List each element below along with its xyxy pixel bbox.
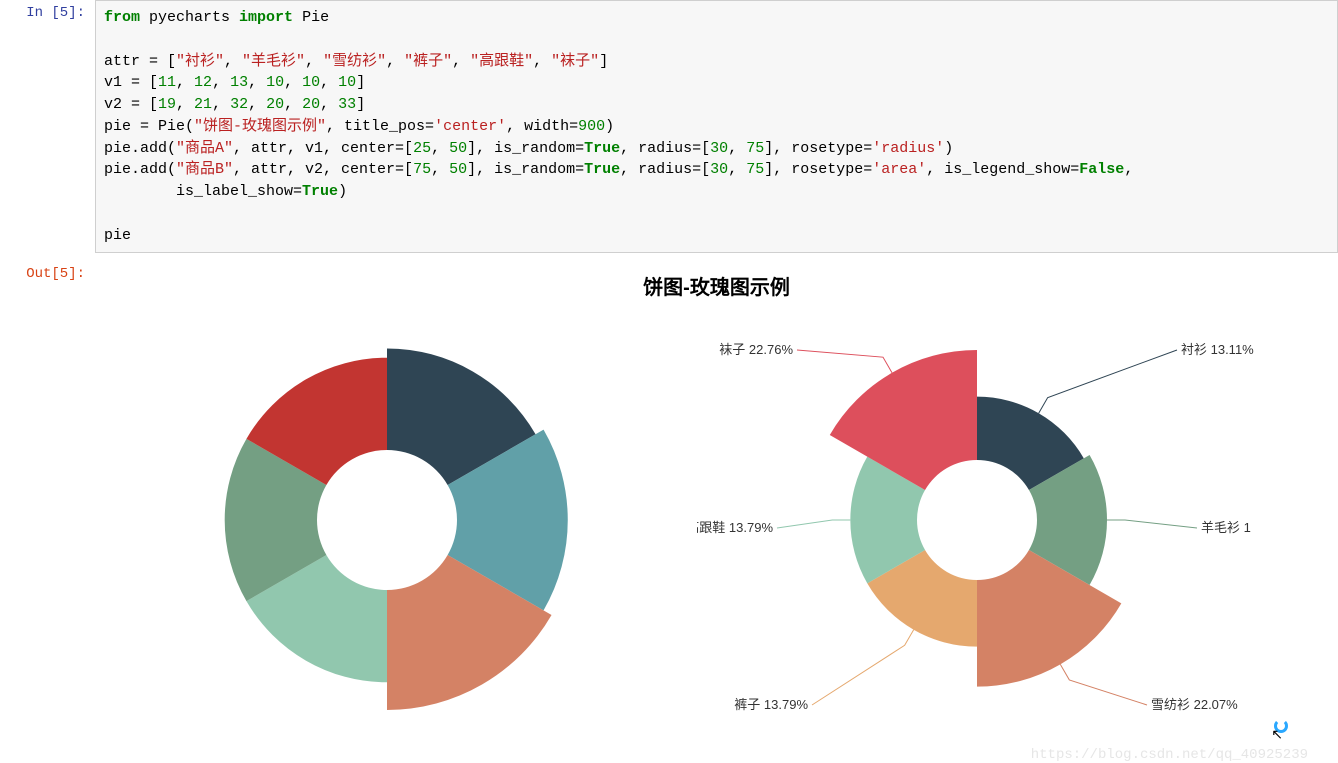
label-leader <box>1107 520 1197 528</box>
output-area: 饼图-玫瑰图示例 衬衫 13.11% 羊毛衫 1 雪纺衫 22.07% 裤子 13.7… <box>95 261 1338 763</box>
chart-title: 饼图-玫瑰图示例 <box>95 271 1338 300</box>
charts-container: 衬衫 13.11% 羊毛衫 1 雪纺衫 22.07% 裤子 13.79% 高跟鞋 13.… <box>95 310 1338 733</box>
slice-label: 袜子 22.76% <box>719 342 793 357</box>
pie-slice[interactable] <box>977 550 1121 687</box>
label-leader <box>1038 350 1176 413</box>
pie-slice[interactable] <box>829 350 976 490</box>
label-leader <box>812 630 914 705</box>
slice-label: 羊毛衫 1 <box>1201 520 1251 535</box>
slice-label: 裤子 13.79% <box>734 697 808 712</box>
slice-label: 衬衫 13.11% <box>1181 342 1254 357</box>
watermark-text: https://blog.csdn.net/qq_40925239 <box>1031 747 1308 763</box>
label-leader <box>777 520 850 528</box>
chart-right[interactable]: 衬衫 13.11% 羊毛衫 1 雪纺衫 22.07% 裤子 13.79% 高跟鞋 13.… <box>697 310 1257 733</box>
chart-left[interactable] <box>177 310 597 733</box>
input-cell: In [5]: from pyecharts import Pie attr =… <box>0 0 1338 253</box>
slice-label: 雪纺衫 22.07% <box>1151 697 1238 712</box>
label-leader <box>797 350 892 373</box>
cursor-icon: ↖ <box>1271 726 1283 743</box>
output-cell: Out[5]: 饼图-玫瑰图示例 衬衫 13.11% 羊毛衫 1 雪纺衫 22.07… <box>0 261 1338 763</box>
slice-label: 高跟鞋 13.79% <box>697 520 773 535</box>
label-leader <box>1060 665 1147 706</box>
in-prompt: In [5]: <box>0 0 95 21</box>
code-input[interactable]: from pyecharts import Pie attr = ["衬衫", … <box>95 0 1338 253</box>
out-prompt: Out[5]: <box>0 261 95 282</box>
